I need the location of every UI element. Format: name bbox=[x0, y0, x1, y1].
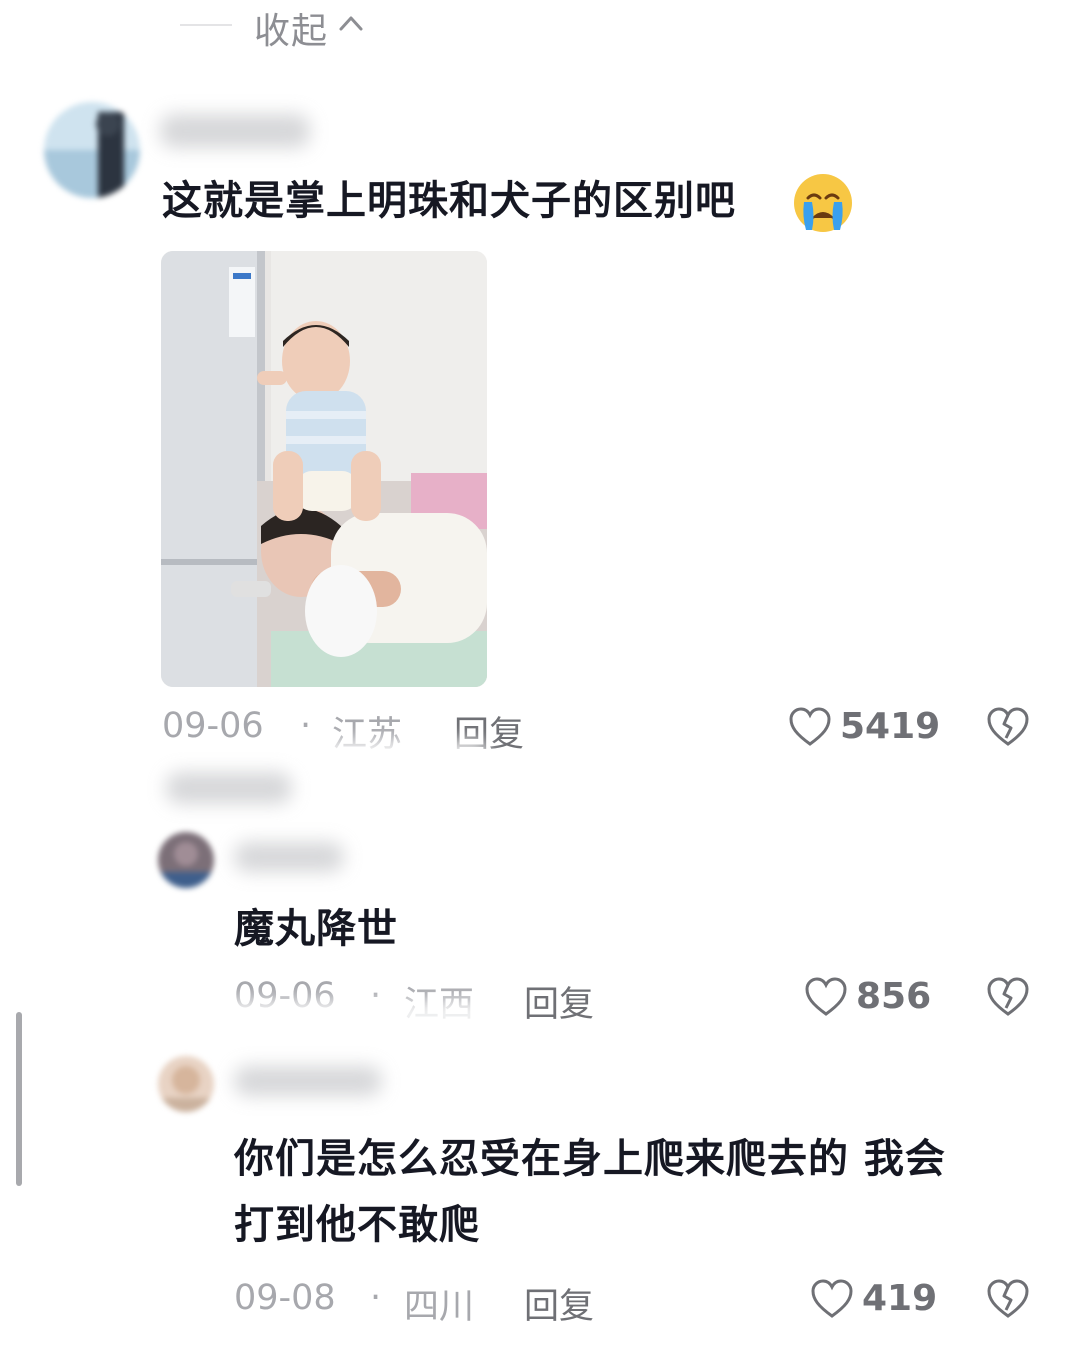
avatar[interactable] bbox=[158, 832, 214, 888]
like-count: 419 bbox=[862, 1278, 938, 1319]
comment-image[interactable] bbox=[161, 251, 487, 687]
like-count: 5419 bbox=[840, 706, 941, 747]
author-liked-badge-blurred bbox=[166, 772, 292, 804]
reply-button[interactable]: 回复 bbox=[524, 1278, 594, 1329]
reply-text: 魔丸降世 bbox=[234, 906, 398, 952]
crying-face-emoji-icon bbox=[794, 174, 852, 232]
broken-heart-icon[interactable] bbox=[986, 976, 1030, 1018]
username-blurred[interactable] bbox=[160, 114, 310, 148]
collapse-divider bbox=[180, 24, 232, 26]
smear-overlay bbox=[300, 740, 490, 770]
like-icon[interactable] bbox=[804, 976, 848, 1018]
broken-heart-icon[interactable] bbox=[986, 706, 1030, 748]
meta-separator: · bbox=[370, 1278, 382, 1318]
comment-text: 这就是掌上明珠和犬子的区别吧 bbox=[162, 178, 736, 224]
reply-button[interactable]: 回复 bbox=[524, 976, 594, 1027]
broken-heart-icon[interactable] bbox=[986, 1278, 1030, 1320]
avatar[interactable] bbox=[44, 102, 140, 198]
reply-text-line: 打到他不敢爬 bbox=[234, 1202, 480, 1248]
reply-text: 你们是怎么忍受在身上爬来爬去的 我会 打到他不敢爬 bbox=[234, 1136, 946, 1248]
collapse-button-label[interactable]: 收起 bbox=[254, 2, 328, 54]
avatar[interactable] bbox=[158, 1056, 214, 1112]
username-blurred[interactable] bbox=[234, 842, 344, 872]
like-icon[interactable] bbox=[810, 1278, 854, 1320]
comment-date: 09-08 bbox=[234, 1278, 336, 1318]
chevron-up-icon[interactable] bbox=[336, 8, 366, 38]
comment-location: 四川 bbox=[404, 1287, 475, 1327]
like-icon[interactable] bbox=[788, 706, 832, 748]
like-count: 856 bbox=[856, 976, 932, 1017]
scrollbar-thumb[interactable] bbox=[16, 1012, 22, 1186]
username-blurred[interactable] bbox=[234, 1066, 382, 1096]
reply-text-line: 你们是怎么忍受在身上爬来爬去的 我会 bbox=[234, 1136, 946, 1182]
comment-date: 09-06 bbox=[162, 706, 264, 746]
smear-overlay bbox=[210, 1000, 510, 1030]
